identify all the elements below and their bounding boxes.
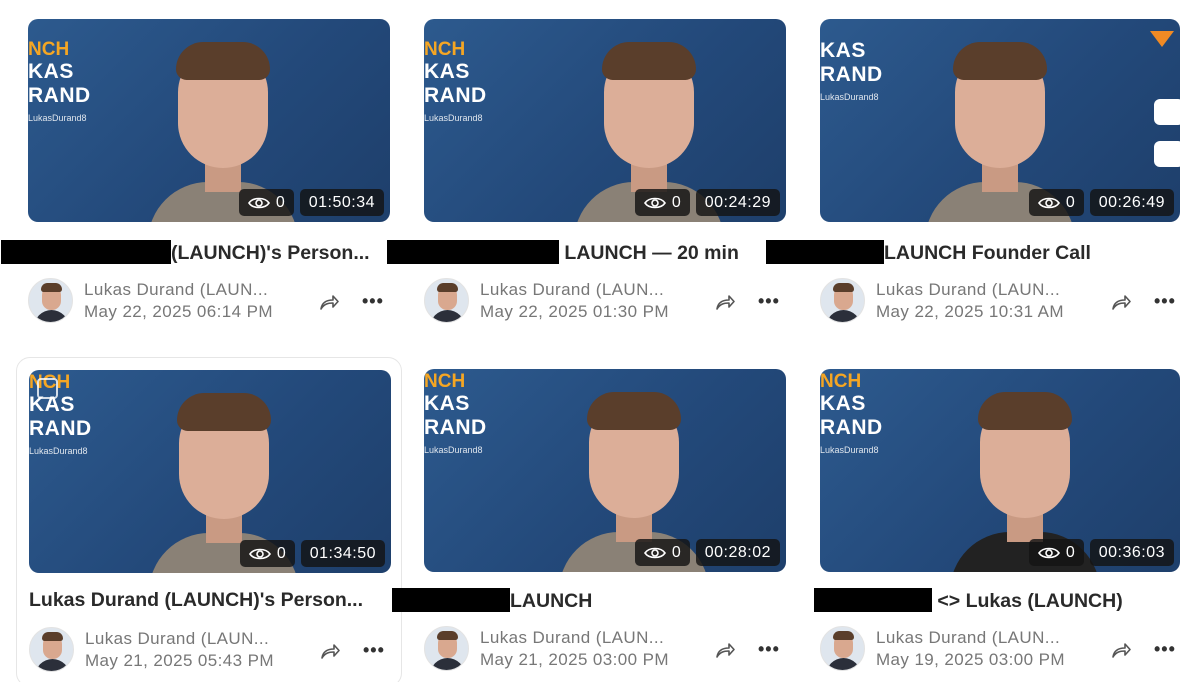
share-icon[interactable]	[1110, 640, 1132, 660]
redacted-text	[1, 240, 171, 264]
duration-badge: 00:26:49	[1089, 189, 1174, 216]
video-thumbnail[interactable]: NCH KAS RAND LukasDurand8 0 01:34:50	[29, 370, 391, 573]
author-name[interactable]: Lukas Durand (LAUN...	[876, 280, 1060, 300]
video-thumbnail[interactable]: NCH KAS RAND LukasDurand8 0 01:50:34	[28, 19, 390, 222]
author-name[interactable]: Lukas Durand (LAUN...	[480, 280, 664, 300]
video-card[interactable]: NCH KAS RAND LukasDurand8 0 00:36:03 <> …	[808, 350, 1180, 680]
author-name[interactable]: Lukas Durand (LAUN...	[876, 628, 1060, 648]
upload-date: May 22, 2025 01:30 PM	[480, 302, 669, 321]
avatar[interactable]	[28, 278, 73, 323]
thumbnail-background-text: NCH KAS RAND LukasDurand8	[820, 371, 883, 456]
video-card[interactable]: KAS RAND LukasDurand8 0 00:26:49 LAUNCH …	[766, 0, 1180, 330]
redacted-text	[387, 240, 559, 264]
upload-date: May 22, 2025 06:14 PM	[84, 302, 273, 321]
upload-date: May 21, 2025 03:00 PM	[480, 650, 669, 669]
video-title[interactable]: (LAUNCH)'s Person...	[1, 240, 391, 265]
more-options-button[interactable]: •••	[1154, 639, 1176, 660]
more-options-button[interactable]: •••	[758, 291, 780, 312]
avatar[interactable]	[29, 627, 74, 672]
duration-badge: 01:50:34	[299, 189, 384, 216]
eye-icon	[248, 548, 271, 559]
author-name[interactable]: Lukas Durand (LAUN...	[85, 629, 269, 649]
duration-badge: 01:34:50	[300, 540, 385, 567]
video-title[interactable]: LAUNCH — 20 min	[387, 240, 777, 265]
author-name[interactable]: Lukas Durand (LAUN...	[84, 280, 268, 300]
more-options-button[interactable]: •••	[758, 639, 780, 660]
avatar[interactable]	[424, 626, 469, 671]
view-count-badge: 0	[239, 540, 295, 567]
eye-icon	[247, 197, 270, 208]
video-title[interactable]: LAUNCH Founder Call	[766, 240, 1156, 265]
video-title[interactable]: LAUNCH	[392, 588, 782, 613]
more-options-button[interactable]: •••	[362, 291, 384, 312]
select-checkbox[interactable]	[37, 378, 58, 399]
thumbnail-background-text: NCH KAS RAND LukasDurand8	[424, 39, 487, 124]
view-count-badge: 0	[634, 539, 690, 566]
video-card[interactable]: NCH KAS RAND LukasDurand8 0 01:50:34 (LA…	[1, 0, 390, 330]
view-count-badge: 0	[634, 189, 690, 216]
duration-badge: 00:36:03	[1089, 539, 1174, 566]
upload-date: May 22, 2025 10:31 AM	[876, 302, 1064, 321]
redacted-text	[766, 240, 884, 264]
video-card[interactable]: NCH KAS RAND LukasDurand8 0 00:24:29 LAU…	[387, 0, 786, 330]
video-thumbnail[interactable]: KAS RAND LukasDurand8 0 00:26:49	[820, 19, 1180, 222]
duration-badge: 00:28:02	[695, 539, 780, 566]
sponsor-logo	[1150, 31, 1174, 47]
eye-icon	[643, 197, 666, 208]
redacted-text	[814, 588, 932, 612]
view-count-badge: 0	[1028, 189, 1084, 216]
video-card[interactable]: NCH KAS RAND LukasDurand8 0 00:28:02 LAU…	[392, 350, 786, 680]
video-thumbnail[interactable]: NCH KAS RAND LukasDurand8 0 00:36:03	[820, 369, 1180, 572]
more-options-button[interactable]: •••	[1154, 291, 1176, 312]
share-icon[interactable]	[714, 640, 736, 660]
thumbnail-background-text: KAS RAND LukasDurand8	[820, 39, 883, 103]
upload-date: May 19, 2025 03:00 PM	[876, 650, 1065, 669]
upload-date: May 21, 2025 05:43 PM	[85, 651, 274, 670]
share-icon[interactable]	[319, 641, 341, 661]
share-icon[interactable]	[714, 292, 736, 312]
view-count-badge: 0	[1028, 539, 1084, 566]
author-name[interactable]: Lukas Durand (LAUN...	[480, 628, 664, 648]
video-card[interactable]: NCH KAS RAND LukasDurand8 0 01:34:50 Luk…	[16, 357, 402, 682]
eye-icon	[1037, 547, 1060, 558]
view-count-badge: 0	[238, 189, 294, 216]
avatar[interactable]	[424, 278, 469, 323]
video-thumbnail[interactable]: NCH KAS RAND LukasDurand8 0 00:28:02	[424, 369, 786, 572]
video-title[interactable]: <> Lukas (LAUNCH)	[814, 588, 1200, 613]
eye-icon	[643, 547, 666, 558]
share-icon[interactable]	[318, 292, 340, 312]
avatar[interactable]	[820, 278, 865, 323]
share-icon[interactable]	[1110, 292, 1132, 312]
thumbnail-background-text: NCH KAS RAND LukasDurand8	[28, 39, 91, 124]
thumbnail-background-text: NCH KAS RAND LukasDurand8	[424, 371, 487, 456]
duration-badge: 00:24:29	[695, 189, 780, 216]
redacted-text	[392, 588, 510, 612]
video-thumbnail[interactable]: NCH KAS RAND LukasDurand8 0 00:24:29	[424, 19, 786, 222]
more-options-button[interactable]: •••	[363, 640, 385, 661]
eye-icon	[1037, 197, 1060, 208]
video-title[interactable]: Lukas Durand (LAUNCH)'s Person...	[29, 589, 419, 612]
avatar[interactable]	[820, 626, 865, 671]
